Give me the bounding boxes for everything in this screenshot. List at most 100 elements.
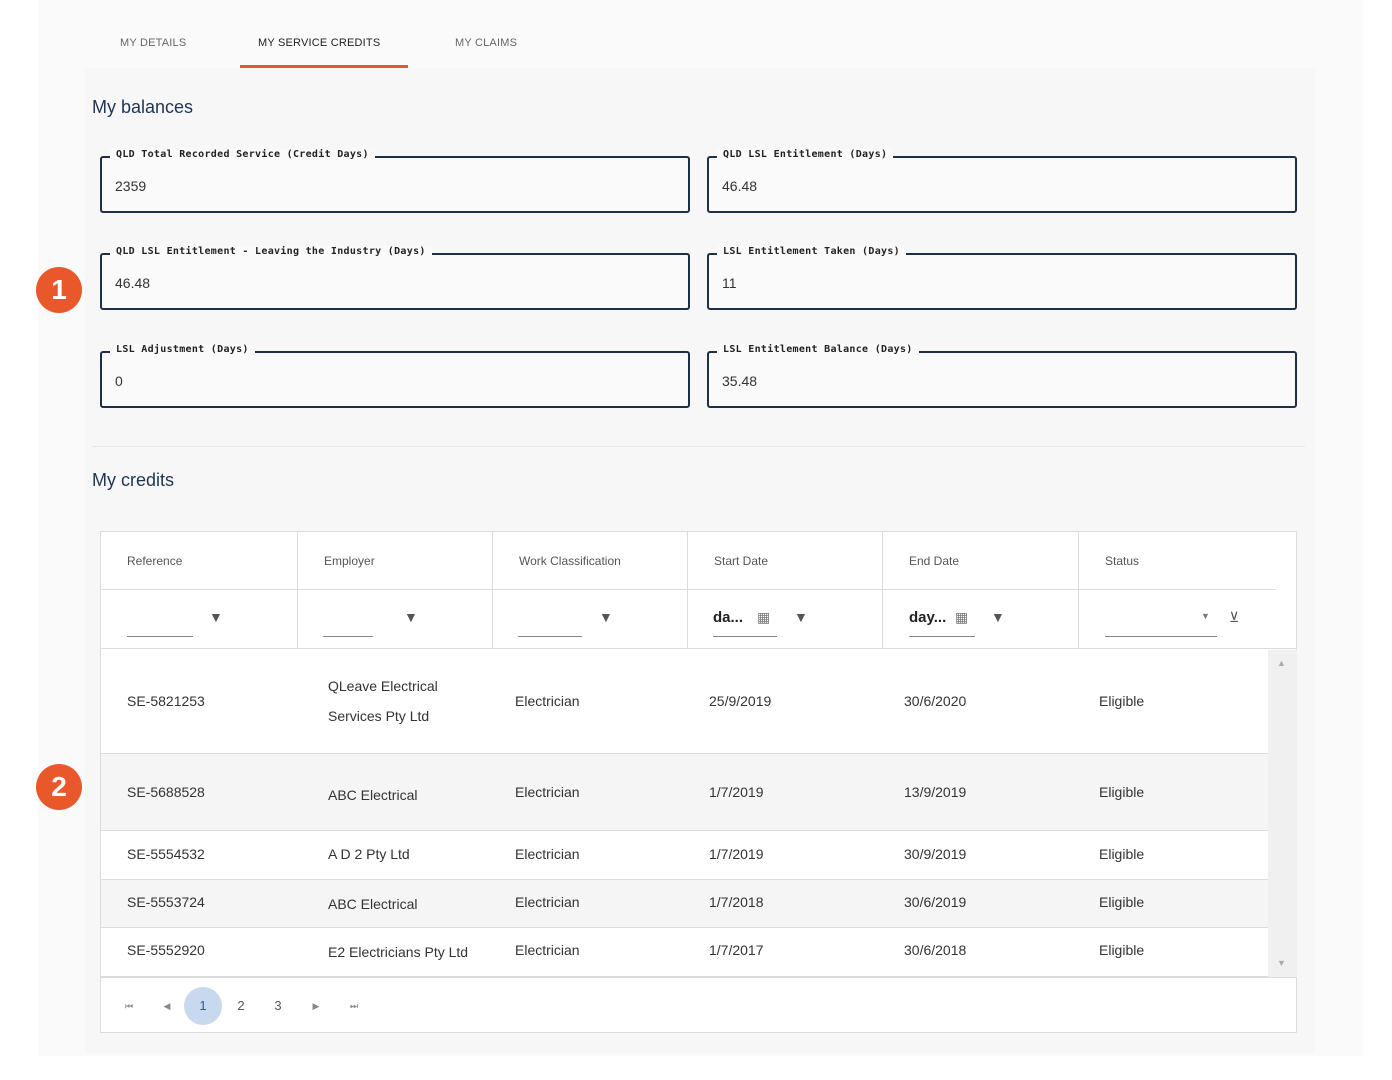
cell-classification: Electrician: [515, 894, 580, 910]
cell-status: Eligible: [1099, 784, 1145, 800]
field-value: 0: [115, 373, 123, 389]
field-value: 35.48: [722, 373, 758, 389]
field-value: 2359: [115, 178, 147, 194]
pagination: ⏮ ◀ 1 2 3 ▶ ⏭: [101, 977, 1297, 1033]
step-badge-2: 2: [36, 764, 82, 810]
filter-reference: ▼: [101, 590, 298, 649]
filter-work-classification: ▼: [493, 590, 688, 649]
cell-reference: SE-5553724: [127, 894, 205, 910]
tab-bar: MY DETAILS MY SERVICE CREDITS MY CLAIMS: [0, 0, 1392, 70]
scroll-up-icon[interactable]: ▲: [1277, 658, 1286, 668]
cell-end-date: 30/6/2018: [904, 942, 967, 958]
field-label: QLD LSL Entitlement - Leaving the Indust…: [110, 246, 432, 257]
first-page-icon[interactable]: ⏮: [114, 991, 144, 1021]
chevron-down-icon[interactable]: ▼: [1201, 611, 1210, 621]
section-divider: [92, 446, 1305, 447]
table-row[interactable]: SE-5552920 E2 Electricians Pty Ltd Elect…: [101, 928, 1268, 977]
tab-my-service-credits[interactable]: MY SERVICE CREDITS: [258, 37, 380, 49]
column-header-status[interactable]: Status: [1079, 532, 1276, 590]
filter-input-employer[interactable]: [323, 636, 373, 637]
field-lsl-adjustment: LSL Adjustment (Days) 0: [100, 344, 690, 408]
cell-employer: A D 2 Pty Ltd: [328, 846, 410, 862]
cell-start-date: 25/9/2019: [709, 693, 772, 709]
next-page-icon[interactable]: ▶: [301, 991, 331, 1021]
cell-start-date: 1/7/2018: [709, 894, 764, 910]
table-row[interactable]: SE-5553724 ABC Electrical Electrician 1/…: [101, 880, 1268, 928]
filter-input-reference[interactable]: [127, 636, 193, 637]
tab-my-claims[interactable]: MY CLAIMS: [455, 37, 517, 49]
filter-status: ▼ ⊻: [1079, 590, 1297, 649]
page-button-2[interactable]: 2: [226, 991, 256, 1021]
cell-end-date: 13/9/2019: [904, 784, 967, 800]
field-value: 11: [722, 275, 737, 291]
credits-heading: My credits: [92, 470, 175, 490]
cell-status: Eligible: [1099, 894, 1145, 910]
last-page-icon[interactable]: ⏭: [339, 991, 369, 1021]
filter-end-date: day... ▦ ▼: [883, 590, 1079, 649]
cell-status: Eligible: [1099, 942, 1145, 958]
cell-end-date: 30/9/2019: [904, 846, 967, 862]
field-value: 46.48: [115, 275, 151, 291]
field-total-recorded-service: QLD Total Recorded Service (Credit Days)…: [100, 149, 690, 213]
previous-page-icon[interactable]: ◀: [152, 991, 182, 1021]
cell-start-date: 1/7/2019: [709, 846, 764, 862]
table-row[interactable]: SE-5821253 QLeave Electrical Services Pt…: [101, 650, 1268, 754]
field-label: QLD Total Recorded Service (Credit Days): [110, 149, 375, 160]
filter-underline: [909, 636, 975, 637]
cell-employer: E2 Electricians Pty Ltd: [328, 944, 469, 960]
clear-filter-icon[interactable]: ⊻: [1229, 609, 1239, 626]
page-button-3[interactable]: 3: [263, 991, 293, 1021]
calendar-icon[interactable]: ▦: [757, 609, 770, 626]
cell-start-date: 1/7/2019: [709, 784, 764, 800]
column-header-reference[interactable]: Reference: [101, 532, 298, 590]
field-label: LSL Entitlement Balance (Days): [717, 344, 919, 355]
field-label: QLD LSL Entitlement (Days): [717, 149, 894, 160]
column-header-start-date[interactable]: Start Date: [688, 532, 883, 590]
column-header-end-date[interactable]: End Date: [883, 532, 1079, 590]
cell-employer: QLeave Electrical: [328, 678, 438, 694]
filter-icon[interactable]: ▼: [599, 609, 613, 625]
field-label: LSL Entitlement Taken (Days): [717, 246, 906, 257]
cell-end-date: 30/6/2020: [904, 693, 967, 709]
scroll-down-icon[interactable]: ▼: [1277, 958, 1286, 968]
filter-input-start-date[interactable]: da...: [713, 609, 743, 626]
filter-icon[interactable]: ▼: [794, 609, 808, 625]
field-label: LSL Adjustment (Days): [110, 344, 255, 355]
vertical-scrollbar[interactable]: ▲ ▼: [1268, 650, 1297, 977]
table-row[interactable]: SE-5688528 ABC Electrical Electrician 1/…: [101, 754, 1268, 831]
filter-input-work-classification[interactable]: [518, 636, 582, 637]
column-header-work-classification[interactable]: Work Classification: [493, 532, 688, 590]
cell-classification: Electrician: [515, 846, 580, 862]
page-button-1[interactable]: 1: [184, 987, 222, 1025]
filter-icon[interactable]: ▼: [209, 609, 223, 625]
filter-start-date: da... ▦ ▼: [688, 590, 883, 649]
filter-employer: ▼: [298, 590, 493, 649]
field-lsl-leaving-industry: QLD LSL Entitlement - Leaving the Indust…: [100, 246, 690, 310]
cell-reference: SE-5688528: [127, 784, 205, 800]
cell-employer: ABC Electrical: [328, 896, 418, 912]
filter-icon[interactable]: ▼: [991, 609, 1005, 625]
cell-classification: Electrician: [515, 784, 580, 800]
credits-grid: Reference Employer Work Classification S…: [100, 531, 1297, 1033]
field-lsl-balance: LSL Entitlement Balance (Days) 35.48: [707, 344, 1297, 408]
table-row[interactable]: SE-5554532 A D 2 Pty Ltd Electrician 1/7…: [101, 831, 1268, 880]
cell-classification: Electrician: [515, 942, 580, 958]
cell-start-date: 1/7/2017: [709, 942, 764, 958]
step-badge-1: 1: [36, 267, 82, 313]
field-lsl-taken: LSL Entitlement Taken (Days) 11: [707, 246, 1297, 310]
cell-reference: SE-5554532: [127, 846, 205, 862]
cell-status: Eligible: [1099, 693, 1145, 709]
field-value: 46.48: [722, 178, 758, 194]
cell-classification: Electrician: [515, 693, 580, 709]
column-header-employer[interactable]: Employer: [298, 532, 493, 590]
cell-employer: Services Pty Ltd: [328, 708, 430, 724]
filter-input-status[interactable]: [1105, 636, 1217, 637]
filter-input-end-date[interactable]: day...: [909, 609, 946, 626]
tab-my-details[interactable]: MY DETAILS: [120, 37, 186, 49]
cell-reference: SE-5821253: [127, 693, 205, 709]
calendar-icon[interactable]: ▦: [955, 609, 968, 626]
filter-icon[interactable]: ▼: [404, 609, 418, 625]
cell-employer: ABC Electrical: [328, 787, 418, 803]
cell-reference: SE-5552920: [127, 942, 205, 958]
field-lsl-entitlement: QLD LSL Entitlement (Days) 46.48: [707, 149, 1297, 213]
